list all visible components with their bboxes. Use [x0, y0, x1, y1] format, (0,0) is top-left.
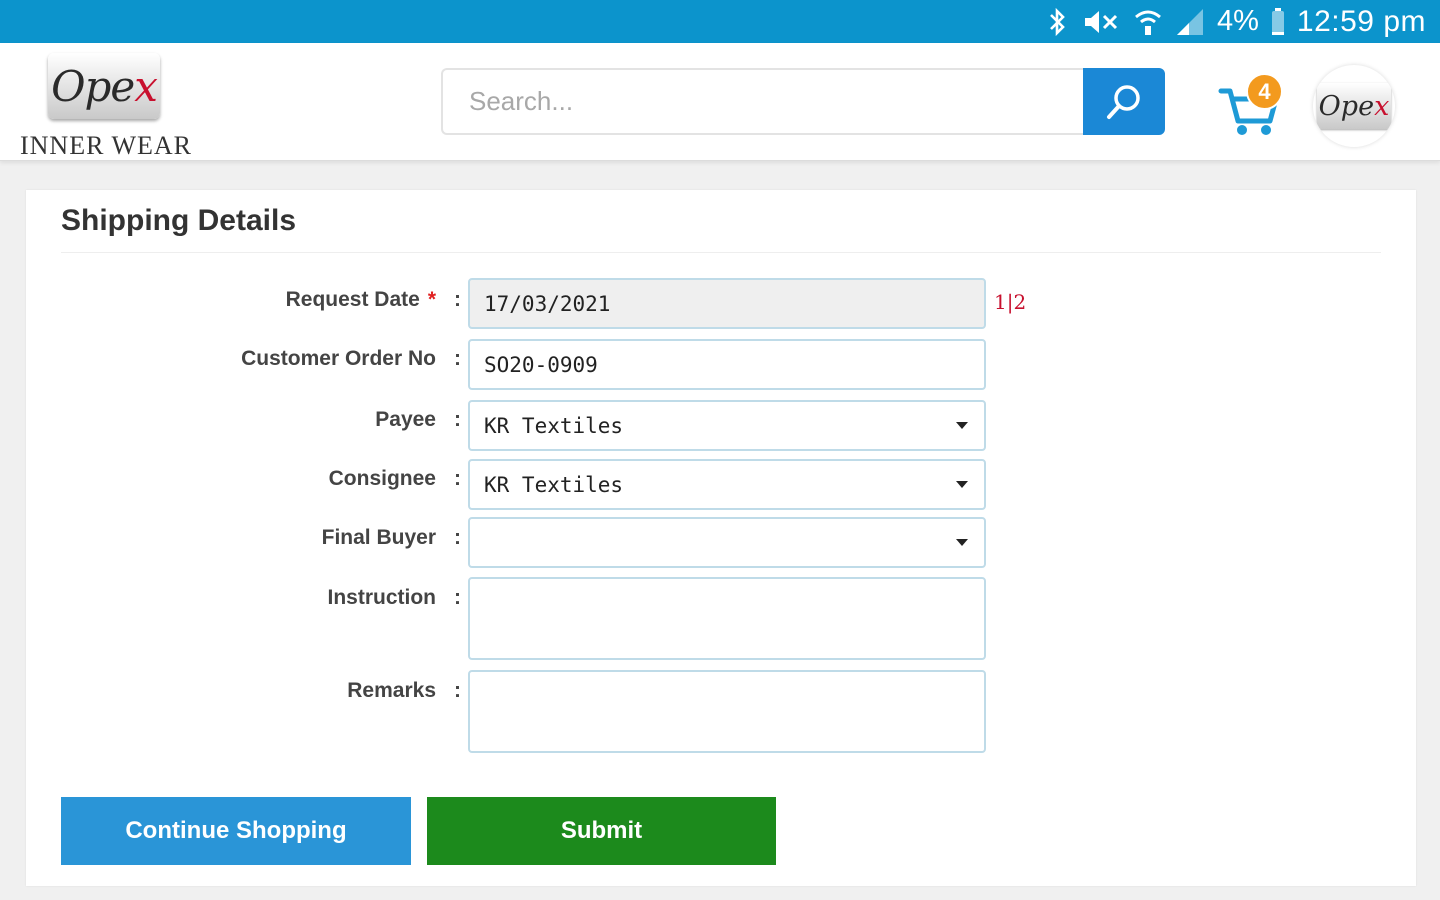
- instruction-label: Instruction: [327, 586, 437, 609]
- submit-button[interactable]: Submit: [427, 797, 776, 865]
- search-button[interactable]: [1083, 68, 1165, 135]
- customer-order-field[interactable]: SO20-0909: [468, 339, 986, 390]
- payee-label: Payee: [375, 408, 436, 431]
- battery-icon: [1271, 7, 1284, 35]
- remarks-label: Remarks: [347, 679, 436, 702]
- request-date-field[interactable]: 17/03/2021: [468, 278, 986, 329]
- wifi-icon: [1135, 10, 1161, 35]
- consignee-select[interactable]: KR Textiles: [468, 459, 986, 510]
- remarks-textarea[interactable]: [468, 670, 986, 753]
- calendar-icon[interactable]: 1|2: [994, 290, 1026, 314]
- label-colon: :: [454, 679, 461, 702]
- label-colon: :: [454, 408, 461, 431]
- label-colon: :: [454, 347, 461, 370]
- request-date-label: Request Date: [285, 288, 420, 311]
- search-icon: [1107, 84, 1140, 119]
- continue-shopping-button[interactable]: Continue Shopping: [61, 797, 411, 865]
- logo-badge: Opex: [48, 53, 160, 119]
- status-bar: 4% 12:59 pm: [0, 0, 1440, 43]
- avatar-wordmark-accent: x: [1374, 90, 1390, 122]
- payee-value: KR Textiles: [484, 413, 624, 438]
- page-title: Shipping Details: [61, 204, 297, 237]
- logo-wordmark: Ope: [51, 61, 135, 111]
- label-colon: :: [454, 526, 461, 549]
- final-buyer-label: Final Buyer: [321, 526, 436, 549]
- cart-count-badge: 4: [1246, 73, 1283, 110]
- customer-order-value: SO20-0909: [484, 352, 598, 377]
- app-header: Opex INNER WEAR 4 Opex: [0, 43, 1440, 161]
- signal-icon: [1176, 8, 1203, 35]
- cart-button[interactable]: 4: [1218, 73, 1288, 137]
- consignee-label: Consignee: [328, 467, 436, 490]
- chevron-down-icon: [956, 481, 968, 488]
- label-colon: :: [454, 467, 461, 490]
- required-marker: *: [427, 288, 436, 311]
- bluetooth-icon: [1050, 7, 1065, 36]
- label-colon: :: [454, 288, 461, 311]
- logo-subtitle: INNER WEAR: [19, 131, 192, 160]
- divider: [61, 252, 1381, 253]
- consignee-value: KR Textiles: [484, 472, 624, 497]
- avatar-wordmark: Ope: [1318, 90, 1375, 122]
- label-colon: :: [454, 586, 461, 609]
- chevron-down-icon: [956, 539, 968, 546]
- search-bar: [441, 68, 1165, 135]
- profile-avatar[interactable]: Opex: [1313, 65, 1395, 147]
- request-date-value: 17/03/2021: [484, 291, 611, 316]
- chevron-down-icon: [956, 422, 968, 429]
- final-buyer-select[interactable]: [468, 517, 986, 568]
- customer-order-label: Customer Order No: [241, 347, 436, 370]
- logo-wordmark-accent: x: [134, 61, 158, 111]
- search-input[interactable]: [441, 68, 1085, 135]
- mute-icon: [1084, 10, 1118, 33]
- shipping-details-card: Shipping Details Request Date * : 17/03/2…: [26, 190, 1416, 886]
- instruction-textarea[interactable]: [468, 577, 986, 660]
- payee-select[interactable]: KR Textiles: [468, 400, 986, 451]
- brand-logo[interactable]: Opex INNER WEAR: [14, 49, 196, 160]
- clock: 12:59 pm: [1296, 4, 1426, 38]
- battery-percent: 4%: [1216, 5, 1259, 37]
